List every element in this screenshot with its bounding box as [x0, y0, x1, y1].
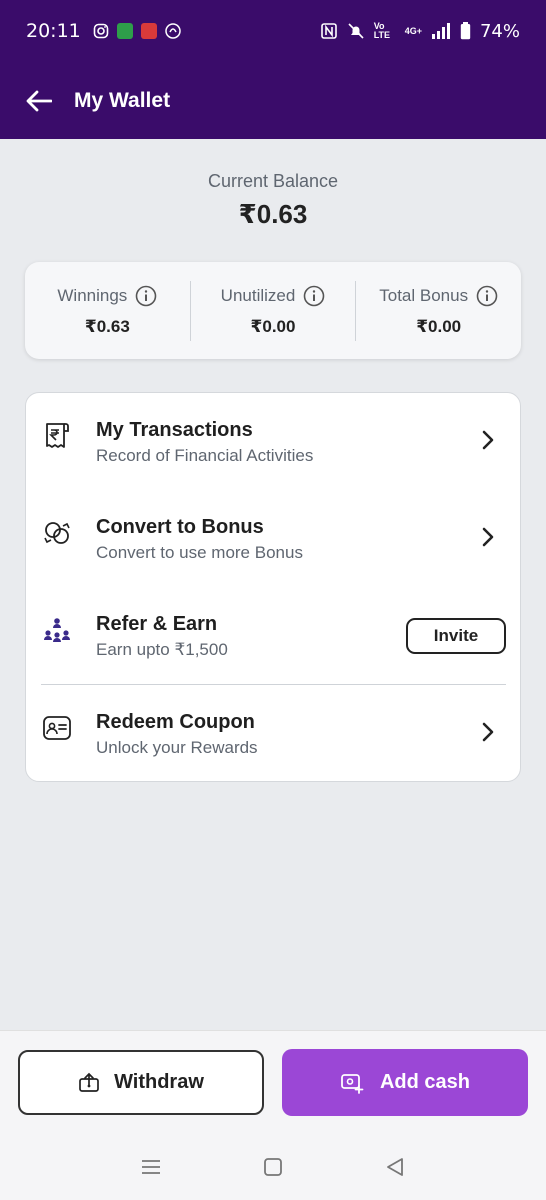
app-logo-icon [165, 23, 181, 39]
people-network-icon [44, 618, 70, 642]
add-cash-icon [341, 1073, 364, 1094]
total-bonus-summary: Total Bonus ₹0.00 [355, 280, 521, 341]
add-cash-label: Add cash [379, 1071, 471, 1093]
info-icon[interactable] [135, 285, 157, 307]
menu-item-redeem-coupon[interactable]: Redeem Coupon Unlock your Rewards [26, 685, 520, 781]
status-time: 20:11 [26, 20, 81, 42]
menu-item-title: Refer & Earn [96, 613, 218, 635]
chevron-right-icon [482, 527, 494, 547]
wallet-menu-card: My Transactions Record of Financial Acti… [25, 392, 521, 782]
home-button[interactable] [258, 1152, 288, 1182]
withdraw-icon [79, 1072, 99, 1092]
unutilized-label: Unutilized [220, 285, 296, 305]
menu-item-subtitle: Record of Financial Activities [96, 446, 314, 465]
chevron-right-icon [482, 722, 494, 742]
battery-icon [460, 22, 471, 40]
withdraw-label: Withdraw [114, 1071, 204, 1093]
system-back-button[interactable] [380, 1152, 410, 1182]
winnings-label: Winnings [57, 285, 128, 305]
page-title: My Wallet [74, 88, 171, 112]
shield-app-icon [140, 23, 157, 39]
recents-button[interactable] [136, 1152, 166, 1182]
menu-item-subtitle: Earn upto ₹1,500 [96, 640, 228, 659]
invite-button[interactable]: Invite [406, 618, 506, 654]
winnings-summary: Winnings ₹0.63 [25, 281, 190, 341]
system-nav-bar [0, 1134, 546, 1200]
unutilized-value: ₹0.00 [250, 316, 296, 336]
triangle-back-icon [387, 1158, 403, 1176]
balance-label: Current Balance [207, 171, 339, 191]
total-bonus-value: ₹0.00 [416, 316, 462, 336]
balance-value: ₹0.63 [238, 199, 308, 229]
signal-label: 4G+ [404, 26, 422, 36]
menu-lines-icon [142, 1160, 160, 1174]
balance-summary-card: Winnings ₹0.63 Unutilized ₹0.00 Total Bo… [25, 262, 521, 359]
total-bonus-label: Total Bonus [379, 285, 469, 305]
nfc-icon [320, 23, 337, 39]
winnings-value: ₹0.63 [84, 316, 130, 336]
menu-item-title: Redeem Coupon [96, 711, 255, 733]
menu-item-convert-to-bonus[interactable]: Convert to Bonus Convert to use more Bon… [26, 490, 520, 586]
chevron-right-icon [482, 430, 494, 450]
menu-item-title: My Transactions [96, 419, 253, 441]
status-indicators: Vo LTE 4G+ 74% [320, 21, 520, 42]
receipt-rupee-icon [46, 423, 69, 448]
volte-label: Vo LTE [373, 21, 391, 40]
coupon-card-icon [43, 716, 71, 740]
menu-item-subtitle: Unlock your Rewards [96, 738, 258, 757]
back-button[interactable] [0, 62, 74, 139]
convert-coins-icon [44, 522, 70, 544]
battery-percentage: 74% [479, 20, 520, 42]
menu-item-my-transactions[interactable]: My Transactions Record of Financial Acti… [26, 393, 520, 489]
notification-icons [93, 23, 181, 39]
bottom-action-bar: Withdraw Add cash [0, 1030, 546, 1134]
arrow-left-icon [26, 90, 52, 111]
instagram-icon [93, 23, 109, 39]
app-notification-icon [116, 23, 133, 39]
mute-bell-icon [348, 23, 364, 39]
signal-strength-icon [431, 23, 450, 39]
square-home-icon [264, 1158, 282, 1176]
menu-item-subtitle: Convert to use more Bonus [96, 543, 303, 562]
status-bar: 20:11 Vo LTE 4G+ 74% [0, 0, 546, 62]
info-icon[interactable] [303, 285, 325, 307]
unutilized-summary: Unutilized ₹0.00 [189, 280, 356, 341]
menu-item-title: Convert to Bonus [96, 516, 264, 538]
withdraw-button[interactable]: Withdraw [18, 1050, 264, 1115]
app-header: My Wallet [0, 62, 546, 139]
info-icon[interactable] [476, 285, 498, 307]
add-cash-button[interactable]: Add cash [282, 1049, 528, 1116]
